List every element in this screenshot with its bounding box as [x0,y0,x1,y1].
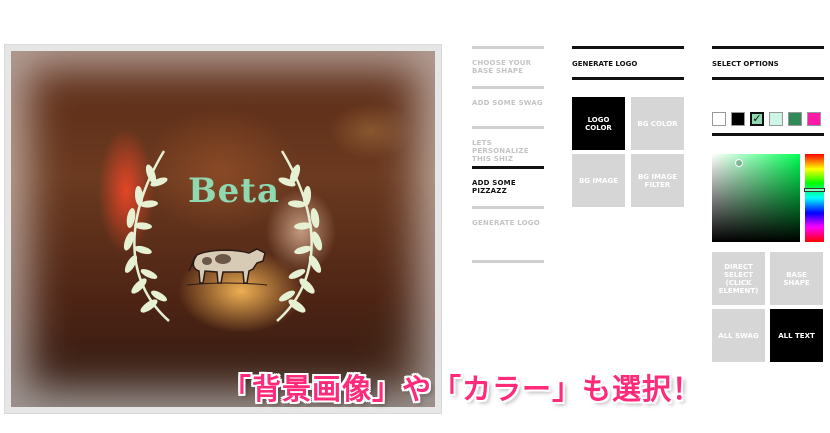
divider [712,133,824,136]
select-options-header: SELECT OPTIONS [712,46,824,80]
all-swag-button[interactable]: ALL SWAG [712,309,765,362]
logo-text[interactable]: Beta [179,171,289,211]
step-add-pizzazz[interactable]: ADD SOME PIZZAZZ [472,166,544,206]
logo-color-button[interactable]: LOGO COLOR [572,97,625,150]
logo-preview-canvas[interactable]: Beta [11,51,435,407]
step-label: LETS PERSONALIZE THIS SHIZ [472,139,529,163]
bg-image-button[interactable]: BG IMAGE [572,154,625,207]
laurel-left-icon[interactable] [109,146,179,326]
step-list: CHOOSE YOUR BASE SHAPE ADD SOME SWAG LET… [472,46,544,263]
divider [472,260,544,263]
laurel-right-icon[interactable] [267,146,337,326]
generate-logo-header: GENERATE LOGO [572,46,684,80]
step-add-swag[interactable]: ADD SOME SWAG [472,86,544,126]
swatch-white[interactable] [712,112,726,126]
cow-icon[interactable] [183,241,269,291]
step-generate-logo[interactable]: GENERATE LOGO [472,206,544,246]
logo-preview-frame: Beta [4,44,442,414]
step-label: ADD SOME SWAG [472,99,543,107]
swatch-pink[interactable] [807,112,821,126]
generate-logo-panel: GENERATE LOGO LOGO COLOR BG COLOR BG IMA… [572,46,684,207]
hue-slider-handle[interactable] [804,188,825,192]
swatch-green[interactable] [788,112,802,126]
hue-slider[interactable] [804,154,825,242]
base-shape-button[interactable]: BASE SHAPE [770,252,823,305]
direct-select-button[interactable]: DIRECT SELECT (CLICK ELEMENT) [712,252,765,305]
swatch-light-mint[interactable] [769,112,783,126]
step-personalize[interactable]: LETS PERSONALIZE THIS SHIZ [472,126,544,166]
step-label: CHOOSE YOUR BASE SHAPE [472,59,532,75]
select-options-panel: SELECT OPTIONS ✓ DIRECT SELECT (CLICK EL… [712,46,825,362]
bg-image-filter-button[interactable]: BG IMAGE FILTER [631,154,684,207]
bg-color-button[interactable]: BG COLOR [631,97,684,150]
all-text-button[interactable]: ALL TEXT [770,309,823,362]
step-label: ADD SOME PIZZAZZ [472,179,516,195]
swatch-black[interactable] [731,112,745,126]
step-label: GENERATE LOGO [472,219,540,227]
caption-overlay: 「背景画像」や「カラー」も選択！ [222,372,703,406]
color-picker-area[interactable] [712,154,800,242]
color-picker-handle[interactable] [735,159,743,167]
step-choose-base-shape[interactable]: CHOOSE YOUR BASE SHAPE [472,46,544,86]
swatch-mint-selected[interactable]: ✓ [750,112,764,126]
